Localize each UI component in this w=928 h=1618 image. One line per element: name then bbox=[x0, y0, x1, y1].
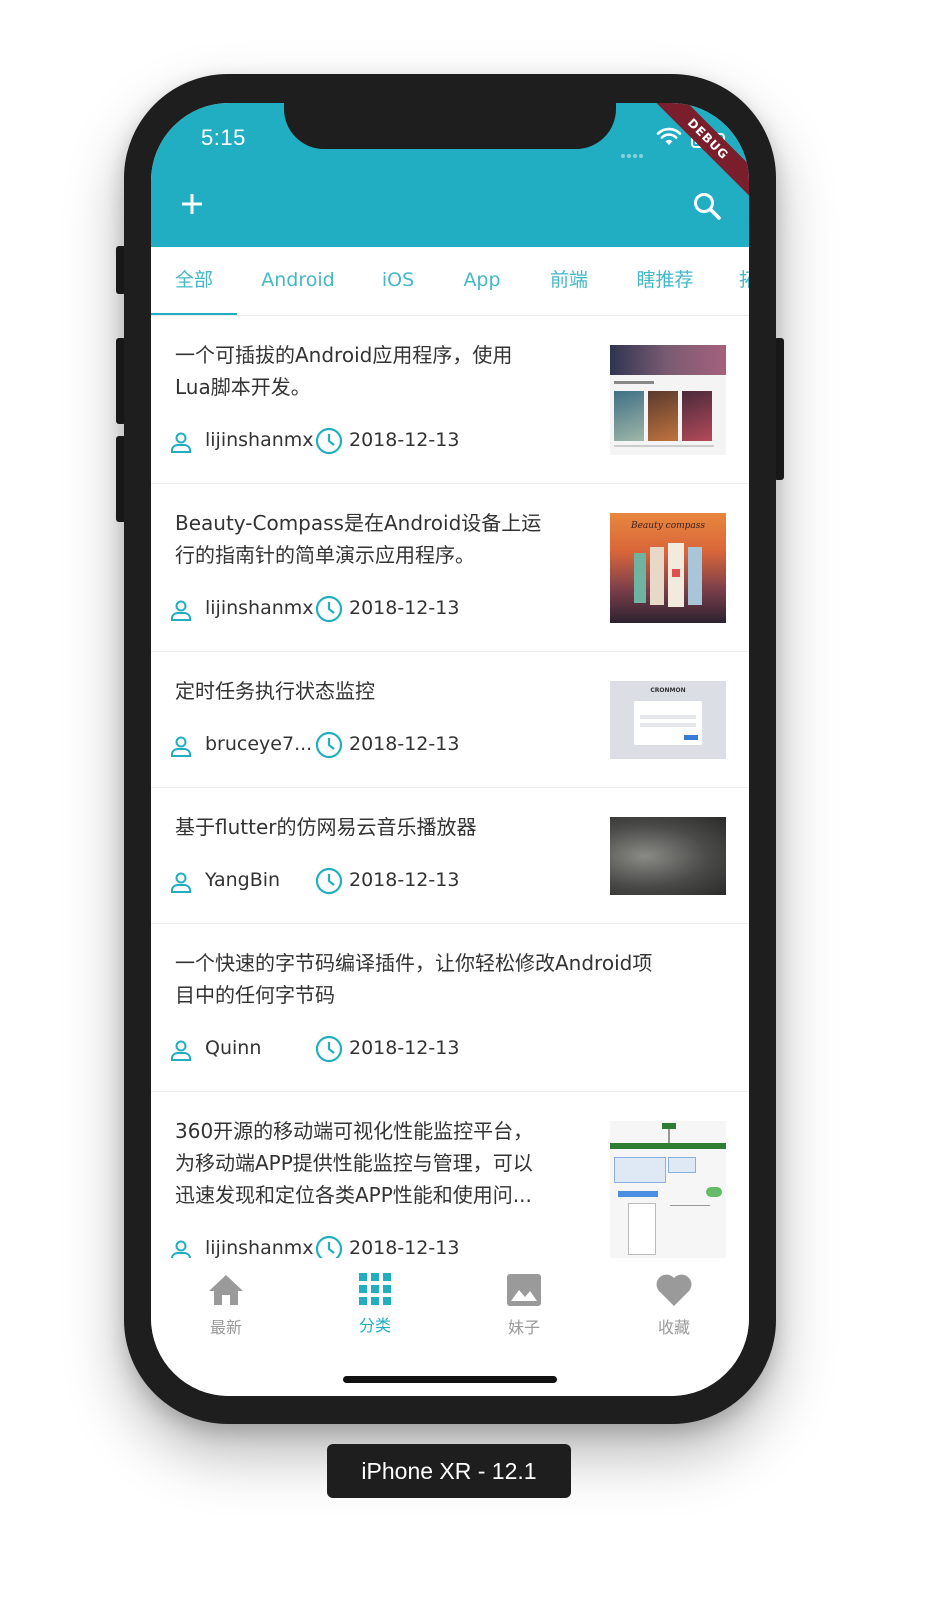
tab-frontend[interactable]: 前端 bbox=[533, 247, 605, 315]
nav-label: 最新 bbox=[209, 1318, 242, 1337]
nav-item-category[interactable]: 分类 bbox=[325, 1272, 425, 1336]
phone-screen: 5:15 DEBUG 全部 Android iOS App 前端 瞎推荐 拓 bbox=[151, 103, 749, 1396]
publish-date: 2018-12-13 bbox=[349, 869, 460, 891]
clock-icon bbox=[315, 867, 343, 895]
article-thumbnail bbox=[610, 1121, 726, 1261]
article-title: 基于flutter的仿网易云音乐播放器 bbox=[175, 815, 477, 839]
tab-more[interactable]: 拓 bbox=[739, 247, 749, 315]
thumbnail-caption: Beauty compass bbox=[630, 521, 706, 531]
clock-icon bbox=[315, 731, 343, 759]
home-icon bbox=[209, 1275, 243, 1305]
person-icon bbox=[171, 872, 191, 893]
nav-label: 妹子 bbox=[507, 1318, 540, 1337]
list-item[interactable]: 一个快速的字节码编译插件，让你轻松修改Android项 目中的任何字节码 Quin… bbox=[151, 924, 749, 1092]
home-indicator[interactable] bbox=[343, 1376, 557, 1383]
image-icon bbox=[507, 1274, 541, 1306]
signal-icon bbox=[621, 143, 649, 158]
device-label: iPhone XR - 12.1 bbox=[327, 1444, 571, 1498]
tab-ios[interactable]: iOS bbox=[365, 247, 431, 315]
publish-date: 2018-12-13 bbox=[349, 597, 460, 619]
author-name: lijinshanmx bbox=[205, 1237, 314, 1259]
category-tabs: 全部 Android iOS App 前端 瞎推荐 拓 bbox=[151, 247, 749, 316]
clock-icon bbox=[315, 1035, 343, 1063]
nav-label: 收藏 bbox=[657, 1318, 690, 1337]
app-bar: 5:15 DEBUG bbox=[151, 103, 749, 247]
debug-banner: DEBUG bbox=[647, 103, 749, 200]
person-icon bbox=[171, 1040, 191, 1061]
tab-all[interactable]: 全部 bbox=[151, 247, 237, 315]
person-icon bbox=[171, 736, 191, 757]
author-name: YangBin bbox=[205, 869, 281, 891]
article-title: Beauty-Compass是在Android设备上运 行的指南针的简单演示应用程… bbox=[175, 511, 542, 567]
nav-label: 分类 bbox=[358, 1316, 391, 1335]
publish-date: 2018-12-13 bbox=[349, 733, 460, 755]
tab-recommend[interactable]: 瞎推荐 bbox=[625, 247, 705, 315]
wifi-icon bbox=[656, 127, 682, 145]
thumbnail-caption: CRONMON bbox=[650, 687, 686, 694]
tab-app[interactable]: App bbox=[449, 247, 515, 315]
list-item[interactable]: 一个可插拔的Android应用程序，使用 Lua脚本开发。 lijinshanmx… bbox=[151, 316, 749, 484]
nav-item-latest[interactable]: 最新 bbox=[176, 1272, 276, 1338]
author-name: Quinn bbox=[205, 1037, 262, 1059]
grid-icon bbox=[359, 1273, 391, 1305]
list-item[interactable]: Beauty-Compass是在Android设备上运 行的指南针的简单演示应用程… bbox=[151, 484, 749, 652]
notch bbox=[284, 103, 616, 149]
author-name: bruceye7... bbox=[205, 733, 313, 755]
article-title: 一个可插拔的Android应用程序，使用 Lua脚本开发。 bbox=[175, 343, 513, 399]
article-title: 360开源的移动端可视化性能监控平台， 为移动端APP提供性能监控与管理，可以 迅速… bbox=[175, 1119, 534, 1207]
author-name: lijinshanmx bbox=[205, 429, 314, 451]
nav-item-girls[interactable]: 妹子 bbox=[474, 1272, 574, 1338]
list-item[interactable]: 定时任务执行状态监控 bruceye7... 2018-12-13 CRONMO… bbox=[151, 652, 749, 788]
list-item[interactable]: 基于flutter的仿网易云音乐播放器 YangBin 2018-12-13 bbox=[151, 788, 749, 924]
heart-icon bbox=[656, 1274, 692, 1306]
add-button[interactable] bbox=[177, 189, 207, 219]
publish-date: 2018-12-13 bbox=[349, 1237, 460, 1259]
author-name: lijinshanmx bbox=[205, 597, 314, 619]
article-thumbnail: CRONMON bbox=[610, 681, 726, 759]
nav-item-favorites[interactable]: 收藏 bbox=[624, 1272, 724, 1338]
clock-icon bbox=[315, 595, 343, 623]
person-icon bbox=[171, 432, 191, 453]
article-title: 一个快速的字节码编译插件，让你轻松修改Android项 目中的任何字节码 bbox=[175, 951, 653, 1007]
article-list: 一个可插拔的Android应用程序，使用 Lua脚本开发。 lijinshanmx… bbox=[151, 316, 749, 1292]
publish-date: 2018-12-13 bbox=[349, 1037, 460, 1059]
clock-icon bbox=[315, 427, 343, 455]
article-thumbnail bbox=[610, 345, 726, 455]
search-button[interactable] bbox=[691, 190, 723, 222]
status-time: 5:15 bbox=[201, 125, 246, 150]
article-title: 定时任务执行状态监控 bbox=[175, 679, 375, 703]
publish-date: 2018-12-13 bbox=[349, 429, 460, 451]
article-thumbnail: Beauty compass bbox=[610, 513, 726, 623]
article-thumbnail bbox=[610, 817, 726, 895]
person-icon bbox=[171, 600, 191, 621]
tab-android[interactable]: Android bbox=[249, 247, 347, 315]
